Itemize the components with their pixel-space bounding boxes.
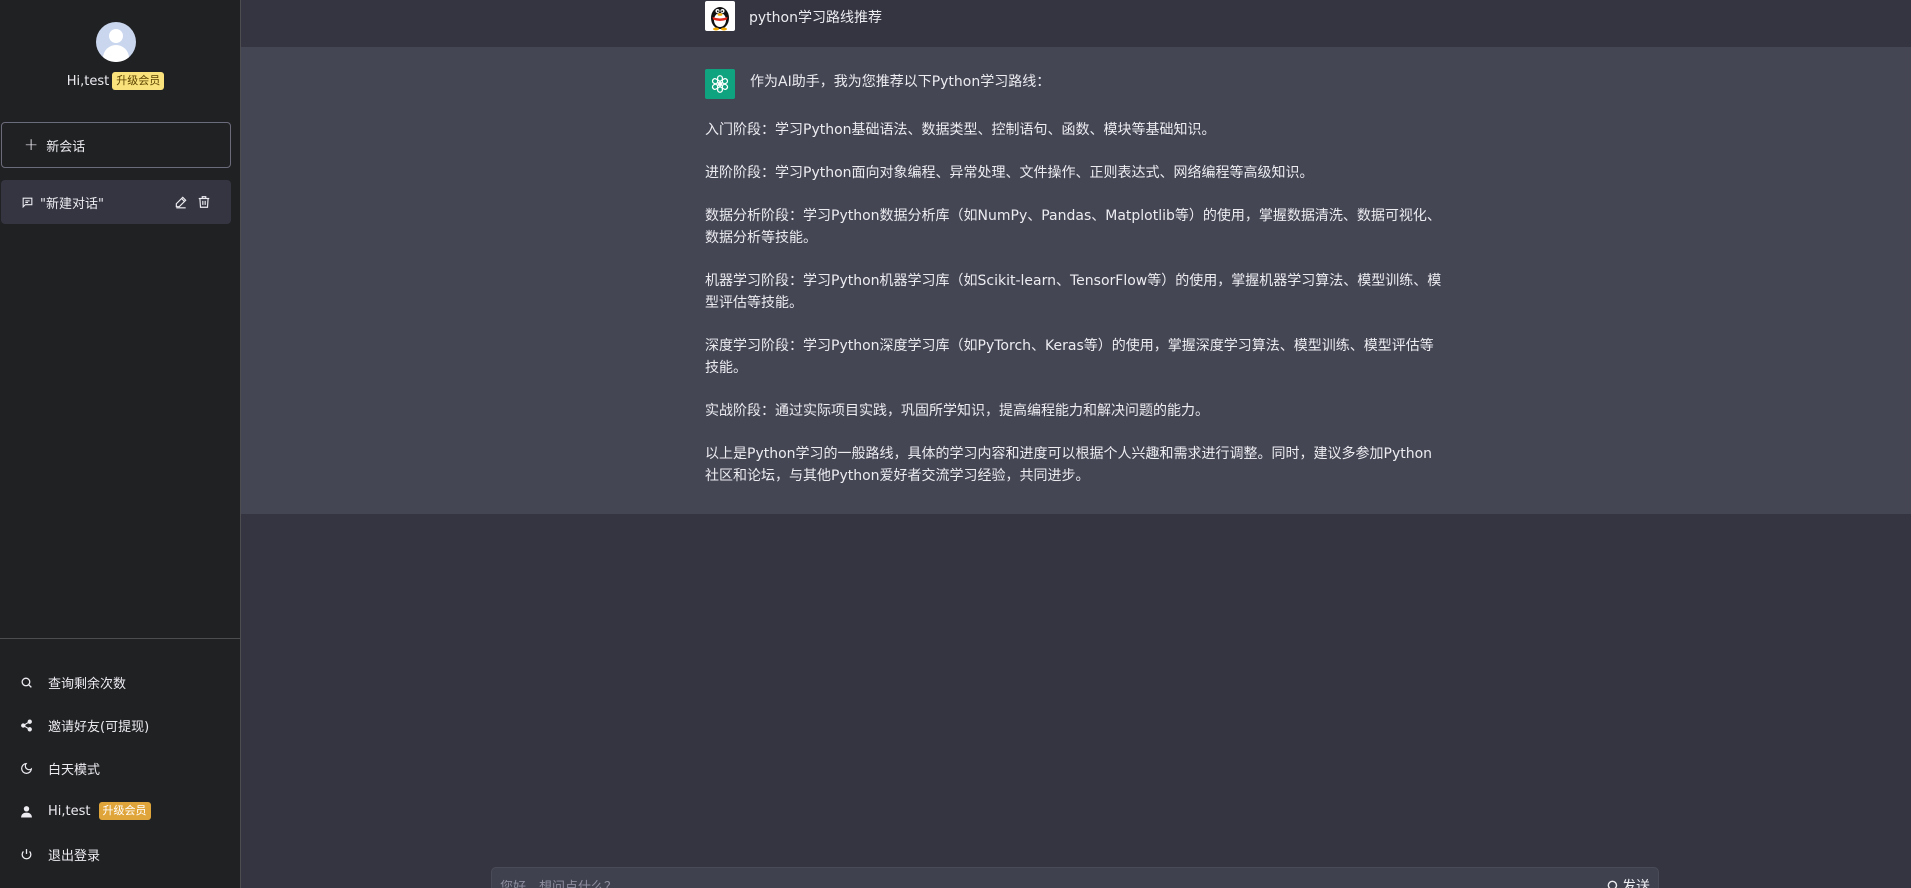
sidebar-item-invite-friends[interactable]: 邀请好友(可提现) (20, 714, 149, 736)
sidebar-item-label: 查询剩余次数 (48, 676, 127, 692)
conversation-label: "新建对话" (40, 196, 104, 212)
upgrade-badge[interactable]: 升级会员 (112, 72, 165, 90)
sidebar-item-conversation[interactable]: "新建对话" (1, 180, 231, 224)
send-label: 发送 (1622, 879, 1650, 888)
penguin-icon (711, 7, 729, 31)
profile-card: Hi,test 升级会员 (0, 22, 231, 90)
user-icon (20, 805, 33, 818)
avatar-head-shape (108, 29, 123, 43)
sidebar-footer (0, 638, 241, 639)
ai-message-text: 作为AI助手，我为您推荐以下Python学习路线： 入门阶段：学习Python基… (705, 71, 1445, 508)
sidebar-item-day-mode[interactable]: 白天模式 (20, 757, 100, 779)
send-button[interactable]: 发送 (1606, 876, 1650, 888)
ai-paragraph: 入门阶段：学习Python基础语法、数据类型、控制语句、函数、模块等基础知识。 (705, 122, 1216, 138)
new-chat-button[interactable]: + 新会话 (1, 122, 231, 168)
ai-paragraph: 数据分析阶段：学习Python数据分析库（如NumPy、Pandas、Matpl… (705, 208, 1441, 246)
user-message-row: python学习路线推荐 (241, 0, 1911, 47)
ai-message-row: 作为AI助手，我为您推荐以下Python学习路线： 入门阶段：学习Python基… (241, 47, 1911, 514)
sidebar-item-label: 退出登录 (48, 848, 101, 864)
share-icon (20, 719, 33, 732)
power-icon (20, 848, 33, 861)
conversation-actions (174, 195, 211, 209)
chat-input[interactable] (500, 876, 1550, 888)
ai-paragraph: 实战阶段：通过实际项目实践，巩固所学知识，提高编程能力和解决问题的能力。 (705, 403, 1209, 419)
edit-icon[interactable] (174, 195, 188, 209)
new-chat-label: 新会话 (46, 139, 86, 155)
sidebar: Hi,test 升级会员 + 新会话 "新建对话" 查询剩余次数 邀请好友(可提… (0, 0, 241, 888)
avatar[interactable] (95, 22, 136, 62)
user-message-text: python学习路线推荐 (749, 10, 882, 26)
chat-bubble-icon (21, 196, 34, 209)
ai-paragraph: 以上是Python学习的一般路线，具体的学习内容和进度可以根据个人兴趣和需求进行… (705, 446, 1433, 484)
sidebar-item-label: 白天模式 (48, 762, 101, 778)
search-icon (20, 676, 33, 689)
profile-greeting-row: Hi,test 升级会员 (0, 72, 231, 90)
app-root: Hi,test 升级会员 + 新会话 "新建对话" 查询剩余次数 邀请好友(可提… (0, 0, 1911, 888)
sidebar-item-label: Hi,test (48, 803, 91, 819)
avatar-body-shape (102, 45, 129, 62)
ai-paragraph: 进阶阶段：学习Python面向对象编程、异常处理、文件操作、正则表达式、网络编程… (705, 165, 1314, 181)
sidebar-item-query-remaining[interactable]: 查询剩余次数 (20, 671, 126, 693)
trash-icon[interactable] (197, 195, 211, 209)
ai-paragraph: 深度学习阶段：学习Python深度学习库（如PyTorch、Keras等）的使用… (705, 338, 1434, 376)
sidebar-item-logout[interactable]: 退出登录 (20, 843, 100, 865)
sidebar-item-label: 邀请好友(可提现) (48, 719, 150, 735)
chat-input-bar: 发送 (491, 867, 1659, 888)
sidebar-item-user[interactable]: Hi,test 升级会员 (20, 800, 151, 822)
moon-icon (20, 762, 33, 775)
ai-paragraph: 机器学习阶段：学习Python机器学习库（如Scikit-learn、Tenso… (705, 273, 1442, 311)
profile-greeting: Hi,test (66, 73, 110, 89)
search-icon (1606, 879, 1620, 888)
upgrade-badge[interactable]: 升级会员 (98, 802, 151, 820)
user-avatar (705, 1, 735, 31)
plus-icon: + (24, 134, 39, 155)
ai-paragraph: 作为AI助手，我为您推荐以下Python学习路线： (750, 74, 1051, 90)
chat-main: python学习路线推荐 作为AI助手，我为您推荐以下Python学习路线： 入… (241, 0, 1911, 888)
